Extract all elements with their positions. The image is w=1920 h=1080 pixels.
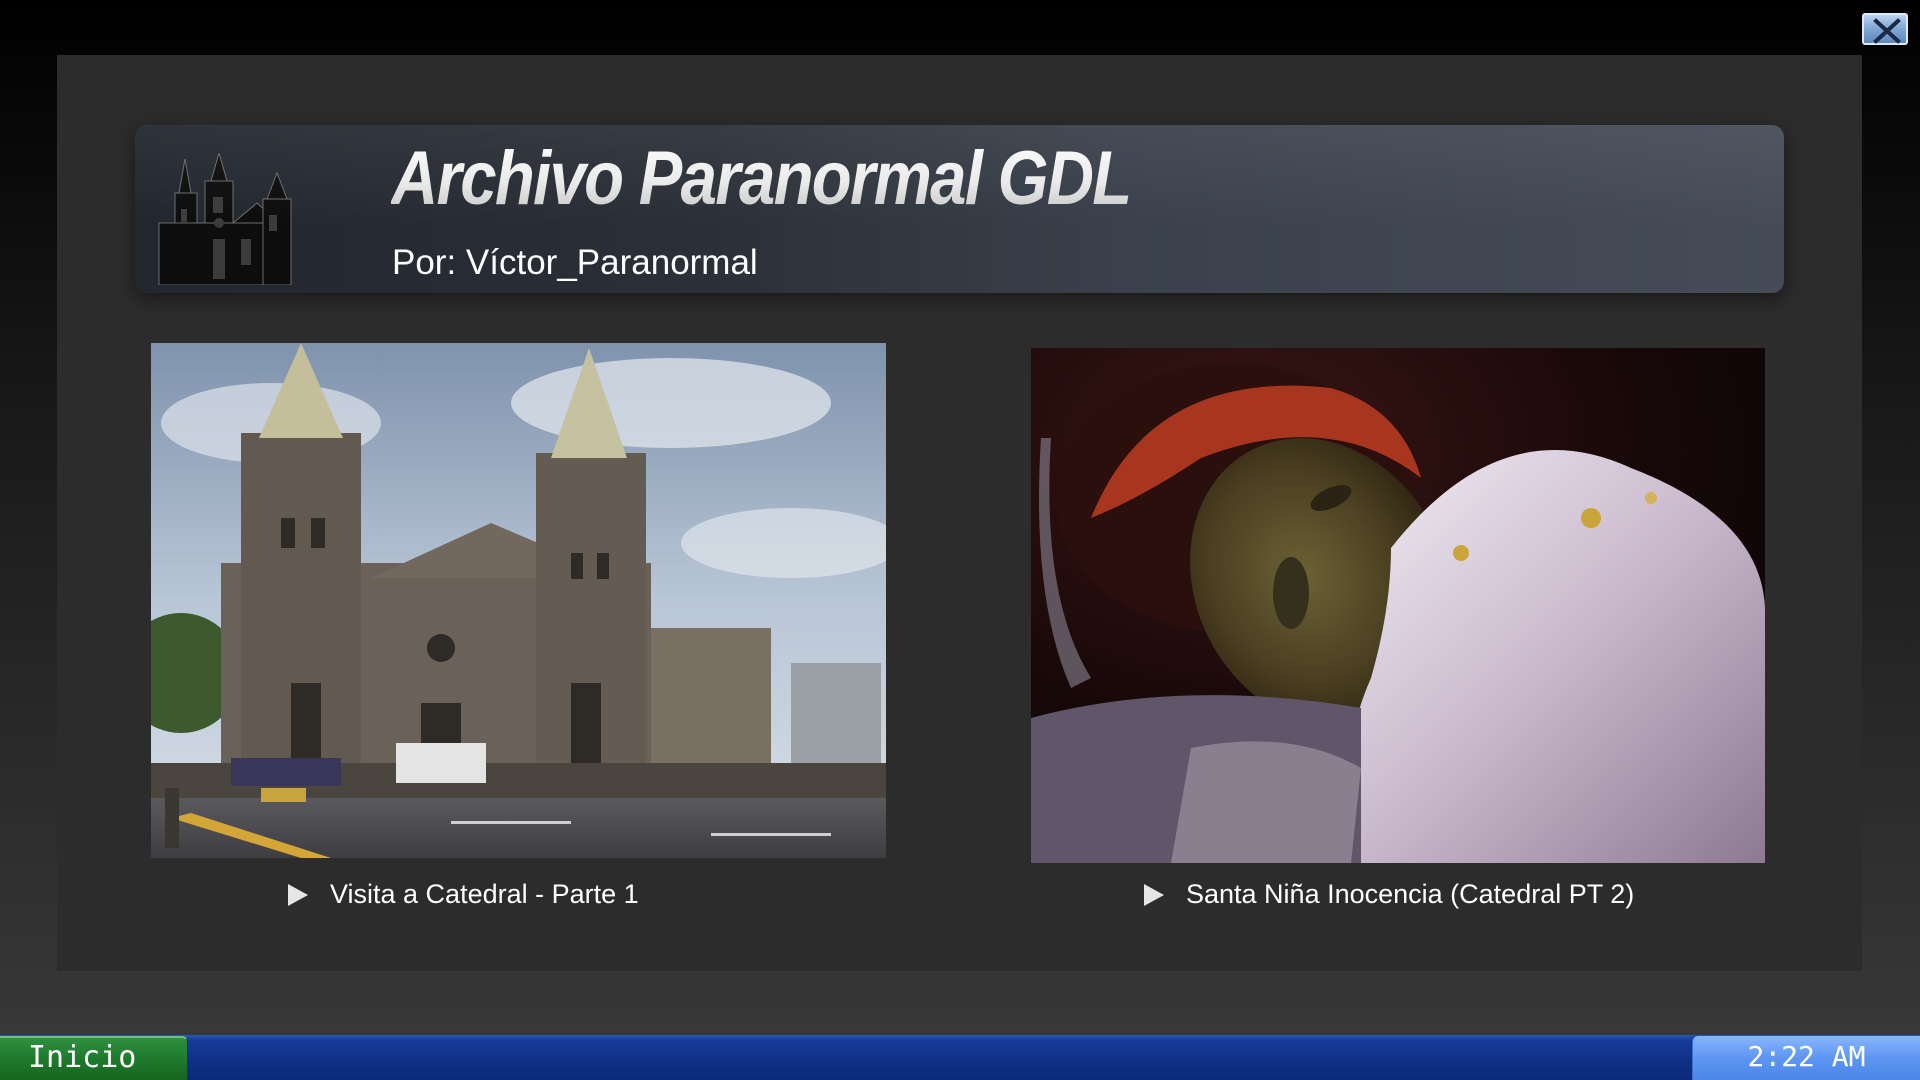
cathedral-logo-icon xyxy=(158,153,292,285)
video-title: Visita a Catedral - Parte 1 xyxy=(330,879,639,909)
close-button[interactable] xyxy=(1862,13,1908,45)
author-credit: Por: Víctor_Paranormal xyxy=(392,243,758,282)
close-icon xyxy=(1873,18,1901,44)
start-button[interactable]: Inicio xyxy=(0,1036,188,1080)
video-link-2[interactable]: Santa Niña Inocencia (Catedral PT 2) xyxy=(1144,879,1634,910)
page-title: Archivo Paranormal GDL xyxy=(391,136,1132,221)
play-icon xyxy=(1144,883,1164,906)
reclining-figure-photo xyxy=(1031,348,1765,863)
taskbar: Inicio 2:22 AM xyxy=(0,1035,1920,1080)
taskbar-clock: 2:22 AM xyxy=(1692,1036,1920,1080)
video-thumbnail-santa-nina[interactable] xyxy=(1031,348,1765,863)
video-title: Santa Niña Inocencia (Catedral PT 2) xyxy=(1186,879,1635,909)
video-thumbnail-cathedral[interactable] xyxy=(151,343,886,858)
main-panel: Archivo Paranormal GDL Por: Víctor_Paran… xyxy=(57,55,1862,971)
play-icon xyxy=(288,883,308,906)
page-header: Archivo Paranormal GDL Por: Víctor_Paran… xyxy=(135,125,1784,293)
desktop-screen: Archivo Paranormal GDL Por: Víctor_Paran… xyxy=(0,0,1920,1080)
cathedral-photo xyxy=(151,343,886,858)
video-link-1[interactable]: Visita a Catedral - Parte 1 xyxy=(288,879,639,910)
